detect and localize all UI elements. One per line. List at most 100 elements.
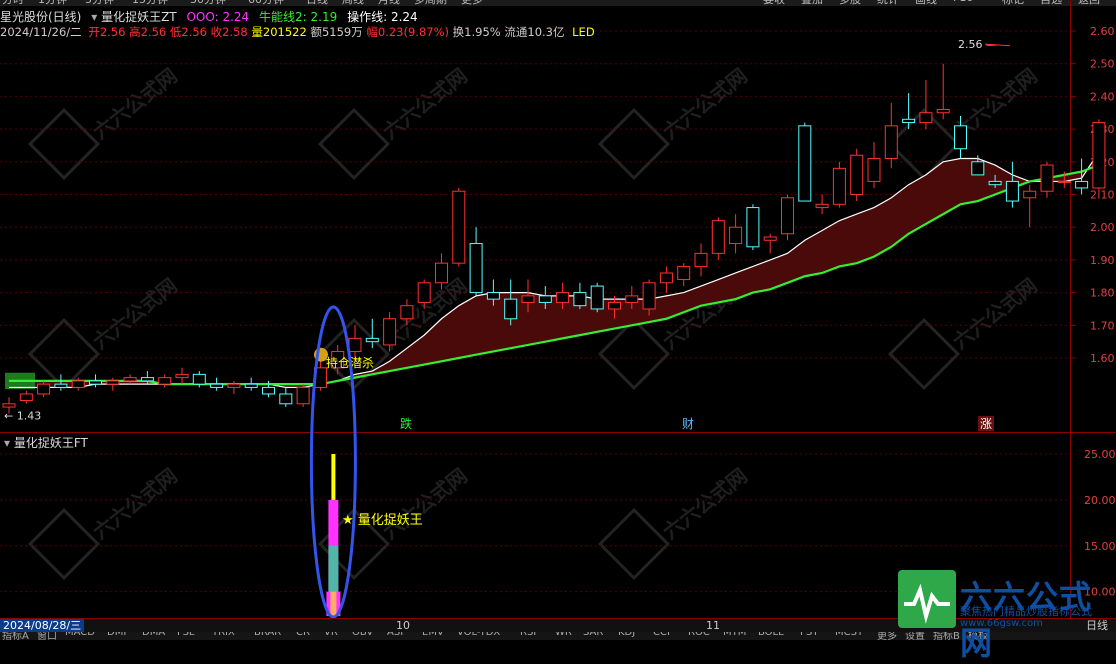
candle-body — [192, 373, 206, 385]
site-logo: 六六公式网 聚焦热门精品炒股指标公式 www.66gsw.com — [898, 570, 1116, 662]
candle-body — [19, 393, 33, 402]
candle-body — [954, 125, 967, 150]
vol-label: 量 — [251, 25, 263, 39]
indicator-tab[interactable]: VOL-TDX — [457, 632, 500, 638]
candle-body — [538, 295, 552, 303]
candle-body — [1057, 180, 1071, 183]
indicator-tab[interactable]: 指标B — [933, 632, 960, 640]
indicator-tab[interactable]: 设置 — [905, 632, 925, 640]
watermark-text: 六六公式网 — [88, 63, 182, 143]
candle-body — [71, 380, 85, 388]
watermark-logo — [27, 107, 101, 181]
indicator-tab[interactable]: DMA — [142, 632, 165, 638]
candle-body — [262, 386, 275, 395]
candle-body — [902, 118, 916, 124]
indicator-tab[interactable]: 更多 — [877, 632, 897, 640]
indicator-tab[interactable]: KDJ — [618, 632, 635, 638]
watermark-text: 六六公式网 — [88, 273, 182, 353]
low-price-label: ← 1.43 — [4, 410, 41, 423]
kline-chart[interactable]: 六六公式网 六六公式网 六六公式网 六六公式网六六公式网 六六公式网 六六公式网 六六公式网… — [0, 0, 1116, 640]
indicator-tab[interactable]: CR — [296, 632, 310, 638]
indicator-tab[interactable]: VR — [324, 632, 338, 638]
ma-band-fill — [9, 151, 1099, 388]
month-label-11: 11 — [706, 619, 720, 632]
indicator-tab[interactable]: 指标A — [2, 632, 29, 640]
indicator-tab[interactable]: MACD — [65, 632, 95, 638]
watermark-logo — [317, 107, 391, 181]
indicator-tab[interactable]: WR — [555, 632, 572, 638]
candle-body — [140, 377, 154, 382]
candle-body — [625, 295, 639, 303]
candle-body — [89, 380, 102, 385]
candle-body — [400, 305, 414, 320]
sub-indicator-name[interactable]: 量化捉妖王FT — [14, 436, 88, 450]
indicator-tab[interactable]: PSY — [800, 632, 819, 638]
turn-value: 1.95% — [464, 25, 501, 39]
indicator-tab[interactable]: MCST — [835, 632, 863, 638]
open-label: 开 — [88, 25, 100, 39]
candle-body — [815, 203, 829, 209]
watermark-logo — [597, 507, 671, 581]
mark-zhang: 涨 — [980, 416, 992, 431]
main-header: 星光股份(日线) ▾ 量化捉妖王ZT OOO: 2.24 牛能线2: 2.19 … — [0, 8, 1070, 24]
watermark-logo — [27, 317, 101, 391]
sub-panel-header: ▾ 量化捉妖王FT — [4, 434, 88, 451]
watermark-text: 六六公式网 — [378, 463, 472, 543]
candle-body — [2, 403, 16, 408]
indicator-tab[interactable]: RSI — [520, 632, 536, 638]
candle-body — [1023, 190, 1037, 199]
indicator-tab[interactable]: ROC — [688, 632, 710, 638]
y-tick-label: 1.60 — [1090, 352, 1115, 365]
y-tick-label: 1.90 — [1090, 254, 1115, 267]
watermark-text: 六六公式网 — [658, 463, 752, 543]
candle-body — [106, 380, 120, 385]
candle-body — [1005, 180, 1019, 202]
indicator-tab[interactable]: EMV — [422, 632, 444, 638]
vol-value: 201522 — [262, 25, 307, 39]
candle-body — [37, 383, 51, 395]
indicator-tab[interactable]: ASI — [387, 632, 403, 638]
op-label: 操作线: — [347, 10, 388, 24]
y-tick-label: 2.50 — [1090, 58, 1115, 71]
candle-body — [175, 373, 189, 379]
float-label: 流通 — [504, 25, 528, 39]
indicator-tab[interactable]: TRIX — [212, 632, 235, 638]
indicator-tab[interactable]: OBV — [352, 632, 373, 638]
indicator-tab[interactable]: MTM — [723, 632, 746, 638]
candle-body — [556, 292, 570, 303]
indicator-tab[interactable]: BOLL — [758, 632, 784, 638]
indicator-name[interactable]: 量化捉妖王ZT — [101, 10, 177, 24]
bull-value: 2.19 — [310, 10, 338, 24]
candle-body — [1092, 122, 1106, 189]
ooo-label: OOO: — [186, 10, 219, 24]
candle-body — [573, 292, 587, 307]
candle-body — [884, 125, 898, 160]
candle-body — [832, 167, 846, 205]
mark-cai: 财 — [682, 417, 694, 431]
sub-y-tick-label: 25.00 — [1084, 448, 1116, 461]
open-value: 2.56 — [99, 25, 126, 39]
collapse-icon[interactable]: ▾ — [91, 10, 97, 24]
y-tick-label: 2.40 — [1090, 90, 1115, 103]
candle-body — [435, 262, 448, 284]
candle-body — [763, 236, 777, 241]
candle-body — [729, 226, 743, 245]
y-tick-label: 1.70 — [1090, 319, 1115, 332]
candle-body — [677, 265, 691, 281]
indicator-tab[interactable]: DMI — [107, 632, 126, 638]
collapse-icon[interactable]: ▾ — [4, 436, 10, 450]
indicator-tab[interactable]: 窗口 — [37, 632, 57, 640]
indicator-tab[interactable]: SAR — [583, 632, 603, 638]
candle-body — [711, 220, 725, 254]
sub-y-tick-label: 15.00 — [1084, 540, 1116, 553]
candle-body — [504, 298, 518, 320]
indicator-tab[interactable]: BRAR — [254, 632, 281, 638]
indicator-tab[interactable]: FSL — [177, 632, 195, 638]
candle-body — [659, 272, 673, 284]
ooo-value: 2.24 — [222, 10, 250, 24]
candle-body — [348, 337, 362, 352]
candle-body — [919, 112, 933, 124]
stock-name: 星光股份(日线) — [0, 10, 82, 24]
indicator-tab[interactable]: CCI — [653, 632, 670, 638]
chg-value: 0.23(9.87%) — [377, 25, 450, 39]
